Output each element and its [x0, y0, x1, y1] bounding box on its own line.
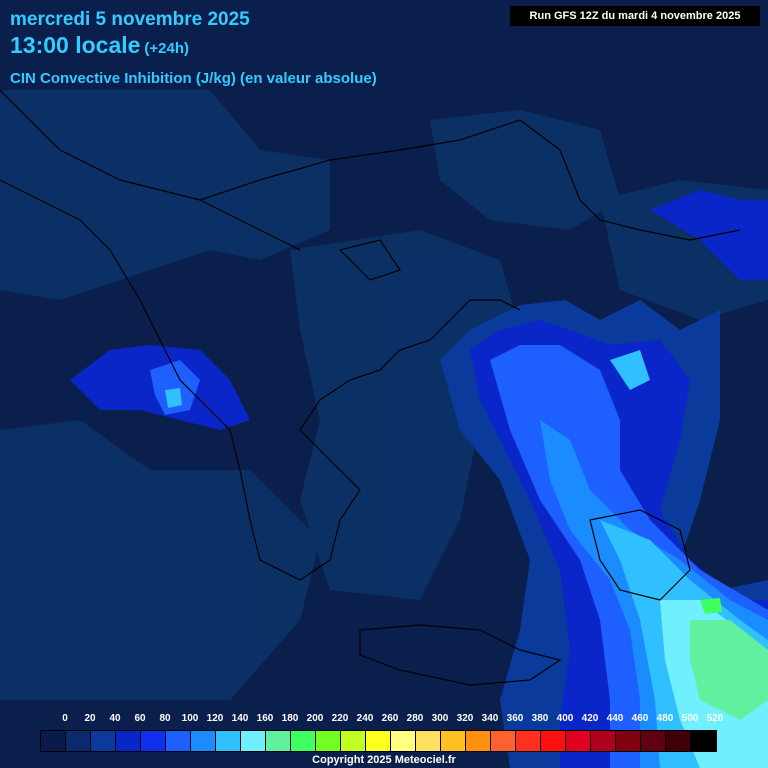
legend-swatch — [116, 731, 141, 751]
legend-swatch — [166, 731, 191, 751]
legend-swatch — [291, 731, 316, 751]
legend-swatch — [691, 731, 716, 751]
legend-swatch — [516, 731, 541, 751]
legend-colorbar — [40, 730, 717, 752]
legend-swatch — [141, 731, 166, 751]
forecast-time-label: 13:00 locale — [10, 32, 141, 58]
legend-tick: 520 — [706, 713, 724, 724]
forecast-date: mercredi 5 novembre 2025 — [10, 9, 250, 30]
legend-swatch — [316, 731, 341, 751]
cin-map — [0, 0, 768, 768]
legend-swatch — [466, 731, 491, 751]
legend-swatch — [566, 731, 591, 751]
legend-tick-labels: 0 20 40 60 80 100 120 140 160 180 200 220 240 260 280 3… — [40, 713, 730, 729]
legend-swatch — [391, 731, 416, 751]
forecast-time: 13:00 locale (+24h) — [10, 32, 189, 59]
legend-swatch — [591, 731, 616, 751]
legend-swatch — [416, 731, 441, 751]
legend-swatch — [66, 731, 91, 751]
legend-swatch — [266, 731, 291, 751]
legend-swatch — [641, 731, 666, 751]
legend-swatch — [91, 731, 116, 751]
parameter-title: CIN Convective Inhibition (J/kg) (en val… — [10, 70, 377, 87]
legend-swatch — [366, 731, 391, 751]
legend-swatch — [666, 731, 691, 751]
legend-swatch — [541, 731, 566, 751]
legend-swatch — [216, 731, 241, 751]
legend-swatch — [441, 731, 466, 751]
run-info: Run GFS 12Z du mardi 4 novembre 2025 — [510, 6, 760, 26]
legend-swatch — [491, 731, 516, 751]
legend-swatch — [616, 731, 641, 751]
legend-swatch — [341, 731, 366, 751]
legend-swatch — [41, 731, 66, 751]
legend-swatch — [241, 731, 266, 751]
forecast-offset: (+24h) — [144, 40, 190, 57]
copyright: Copyright 2025 Meteociel.fr — [312, 754, 456, 766]
legend-swatch — [191, 731, 216, 751]
